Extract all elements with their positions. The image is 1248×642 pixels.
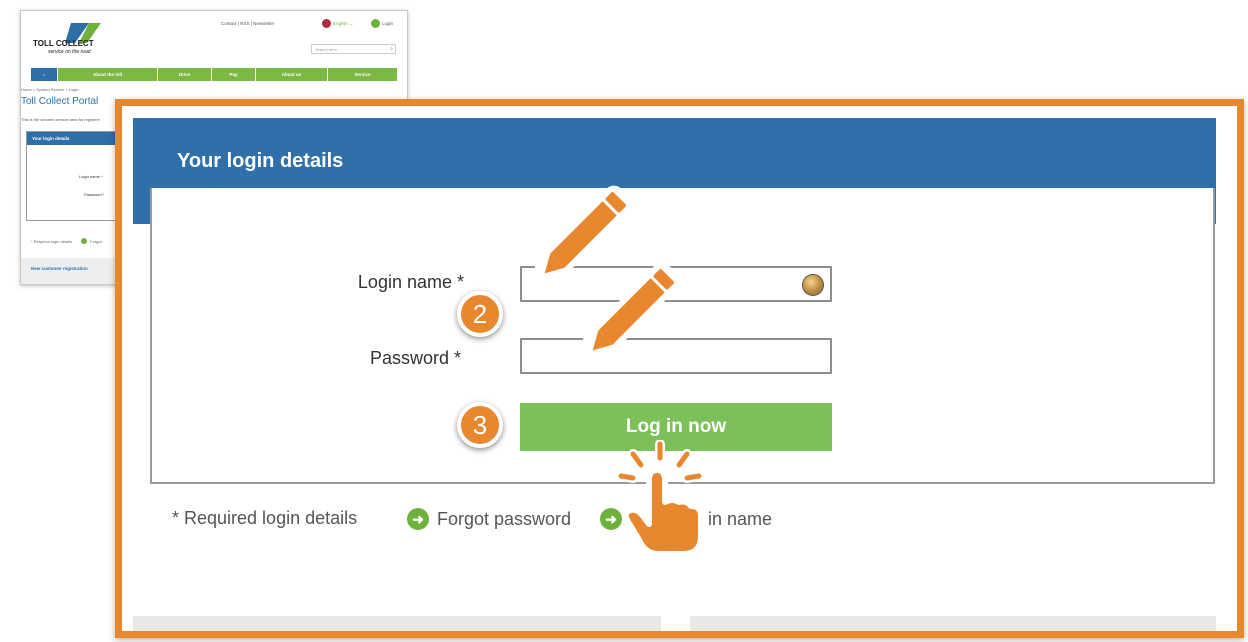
home-icon[interactable]: ⌂ xyxy=(31,68,58,81)
login-link[interactable]: Login xyxy=(371,19,393,28)
login-name-label: Login name * xyxy=(79,174,103,179)
bottom-panel-right xyxy=(690,616,1216,631)
password-label: Password * xyxy=(369,348,461,368)
top-links[interactable]: Contact | RSS | Newsletter xyxy=(221,21,274,26)
forgot-login-name-label: in name xyxy=(708,508,773,529)
required-note: * Required login details xyxy=(31,238,73,244)
forgot-link[interactable]: Forgot xyxy=(90,239,102,244)
login-footer-mini: * Required login details Forgot xyxy=(31,238,102,244)
login-panel-mini: Your login details Login name * Password… xyxy=(26,131,116,221)
breadcrumb: Home > System-Service > Login xyxy=(21,87,79,92)
nav-item-about-us[interactable]: About us xyxy=(256,68,328,81)
main-nav: ⌂ About the toll Drive Pay About us Serv… xyxy=(31,68,397,81)
search-placeholder: Search term xyxy=(315,47,337,52)
nav-item-about-toll[interactable]: About the toll xyxy=(58,68,158,81)
login-panel-title: Your login details xyxy=(27,132,115,145)
page-title: Toll Collect Portal xyxy=(21,96,99,107)
password-manager-icon[interactable] xyxy=(802,274,824,296)
login-link-label: Login xyxy=(382,21,394,26)
flag-icon xyxy=(322,19,331,28)
search-icon[interactable]: ⌕ xyxy=(390,46,393,52)
step-2-badge: 2 xyxy=(457,291,503,337)
nav-item-drive[interactable]: Drive xyxy=(158,68,212,81)
user-icon xyxy=(371,19,380,28)
pencil-icon xyxy=(582,262,681,361)
forgot-password-label: Forgot password xyxy=(437,508,572,529)
brand-name: TOLL COLLECT xyxy=(33,39,94,48)
step-3-badge: 3 xyxy=(457,402,503,448)
password-label: Password * xyxy=(84,192,105,197)
login-header-title: Your login details xyxy=(177,150,344,172)
nav-item-service[interactable]: Service xyxy=(328,68,397,81)
arrow-right-icon xyxy=(81,238,88,244)
forgot-password-link[interactable]: ➜ Forgot password xyxy=(407,508,571,530)
language-label: English xyxy=(333,21,348,26)
search-input[interactable]: Search term ⌕ xyxy=(311,44,396,54)
chevron-down-icon: ⌄ xyxy=(349,20,354,26)
language-selector[interactable]: English ⌄ xyxy=(322,19,354,28)
required-note: * Required login details xyxy=(172,508,357,529)
login-name-label: Login name * xyxy=(357,272,464,292)
new-customer-registration[interactable]: New customer registration xyxy=(21,258,121,284)
intro-text: This is the secured service area for reg… xyxy=(21,117,100,122)
header-pointer xyxy=(202,178,222,188)
nav-item-pay[interactable]: Pay xyxy=(212,68,256,81)
arrow-right-icon: ➜ xyxy=(407,508,429,530)
brand-slogan: service on the road xyxy=(48,49,91,55)
required-note-text: * Required login details xyxy=(172,508,358,528)
hand-pointer-icon xyxy=(616,440,704,557)
bottom-panel-left xyxy=(133,616,661,631)
